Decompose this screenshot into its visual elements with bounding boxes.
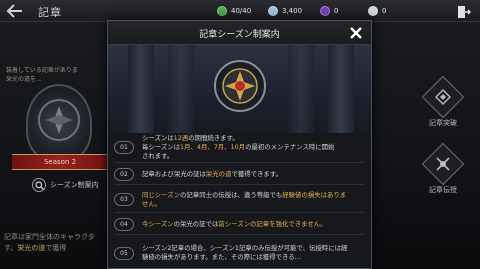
- currency-stamina: 40/40: [217, 4, 251, 18]
- inherit-icon: [436, 157, 450, 171]
- emblem-upgrade-button[interactable]: 記章突破: [421, 75, 465, 128]
- upgrade-icon: [435, 89, 451, 105]
- season-info-button[interactable]: シーズン制案内: [32, 177, 99, 193]
- rule-text: 記章および栄光の証は栄光の道で獲得できます。: [142, 170, 282, 178]
- rules-list[interactable]: 01 シーズンは12週の期間続きます。 毎シーズンは1月、4月、7月、10月の最…: [108, 133, 371, 269]
- rule-item: 01 シーズンは12週の期間続きます。 毎シーズンは1月、4月、7月、10月の最…: [114, 133, 364, 163]
- arrow-left-icon: [6, 4, 22, 18]
- page-title: 記章: [38, 6, 62, 19]
- season-info-dialog: 記章シーズン制案内 01 シーズンは12週の期間続きます。 毎シーズンは1月、4…: [107, 20, 372, 269]
- dialog-header: 記章シーズン制案内: [108, 21, 371, 45]
- rule-item: 05 シーズン2記章の場合、シーズン1記章のみ伝授が可能で、伝授時には経 験値の…: [114, 237, 364, 269]
- back-button[interactable]: [6, 3, 24, 19]
- dialog-title: 記章シーズン制案内: [199, 30, 280, 40]
- rule-text: 今シーズンの栄光の証では前シーズンの記章を強化できません。: [142, 220, 327, 228]
- currency-purple-stone: 0: [320, 4, 338, 18]
- rule-number: 03: [114, 193, 134, 206]
- inherit-label: 記章伝授: [429, 186, 457, 194]
- emblem-medal-icon: [213, 59, 267, 113]
- left-description: 装着している記章がありま 栄光の道を…: [6, 66, 106, 84]
- left-desc-line: 栄光の道を…: [6, 76, 43, 83]
- close-icon: [350, 27, 362, 39]
- currency-value: 0: [382, 7, 387, 15]
- rule-text: シーズン2記章の場合、シーズン1記章のみ伝授が可能で、伝授時には経 験値の損失が…: [142, 244, 348, 261]
- close-button[interactable]: [348, 25, 364, 41]
- left-desc-line: 装着している記章がありま: [6, 67, 78, 74]
- emblem-crest-icon: [38, 99, 80, 141]
- bottom-line: す。栄光の道で獲得: [4, 244, 67, 252]
- emblem-inherit-button[interactable]: 記章伝授: [421, 142, 465, 195]
- rule-item: 02 記章および栄光の証は栄光の道で獲得できます。: [114, 165, 364, 185]
- equipped-emblem-slot[interactable]: [26, 84, 92, 162]
- silver-coin-icon: [368, 6, 378, 16]
- search-icon: [32, 178, 46, 192]
- bottom-line: 記章は家門全体のキャラクタ: [4, 233, 95, 241]
- top-bar: 記章 40/40 3,400 0 0: [0, 0, 480, 22]
- stamina-icon: [217, 6, 227, 16]
- rule-text: シーズンは12週の期間続きます。 毎シーズンは1月、4月、7月、10月の最初のメ…: [142, 134, 335, 160]
- rule-number: 04: [114, 218, 134, 231]
- exit-door-icon: [458, 6, 472, 18]
- currency-value: 40/40: [231, 7, 252, 15]
- upgrade-label: 記章突破: [429, 119, 457, 127]
- dialog-hero-image: [108, 45, 371, 133]
- rule-number: 05: [114, 246, 134, 260]
- rule-number: 01: [114, 141, 134, 154]
- currency-silver-coin: 0: [368, 4, 386, 18]
- season-badge: Season 2: [12, 154, 108, 170]
- exit-button[interactable]: [457, 4, 472, 18]
- currency-value: 0: [334, 7, 339, 15]
- rule-item: 04 今シーズンの栄光の証では前シーズンの記章を強化できません。: [114, 215, 364, 235]
- gem-icon: [268, 6, 278, 16]
- season-info-label: シーズン制案内: [50, 181, 99, 189]
- emblem-bottom-info: 記章は家門全体のキャラクタ す。栄光の道で獲得: [4, 232, 114, 254]
- currency-value: 3,400: [282, 7, 303, 15]
- purple-stone-icon: [320, 6, 330, 16]
- currency-gem: 3,400: [268, 4, 302, 18]
- rule-text: 同じシーズンの記章同士の伝授は、違う等級でも経験値の損失はありま せん。: [142, 190, 347, 208]
- rule-item: 03 同じシーズンの記章同士の伝授は、違う等級でも経験値の損失はありま せん。: [114, 187, 364, 213]
- rule-number: 02: [114, 168, 134, 181]
